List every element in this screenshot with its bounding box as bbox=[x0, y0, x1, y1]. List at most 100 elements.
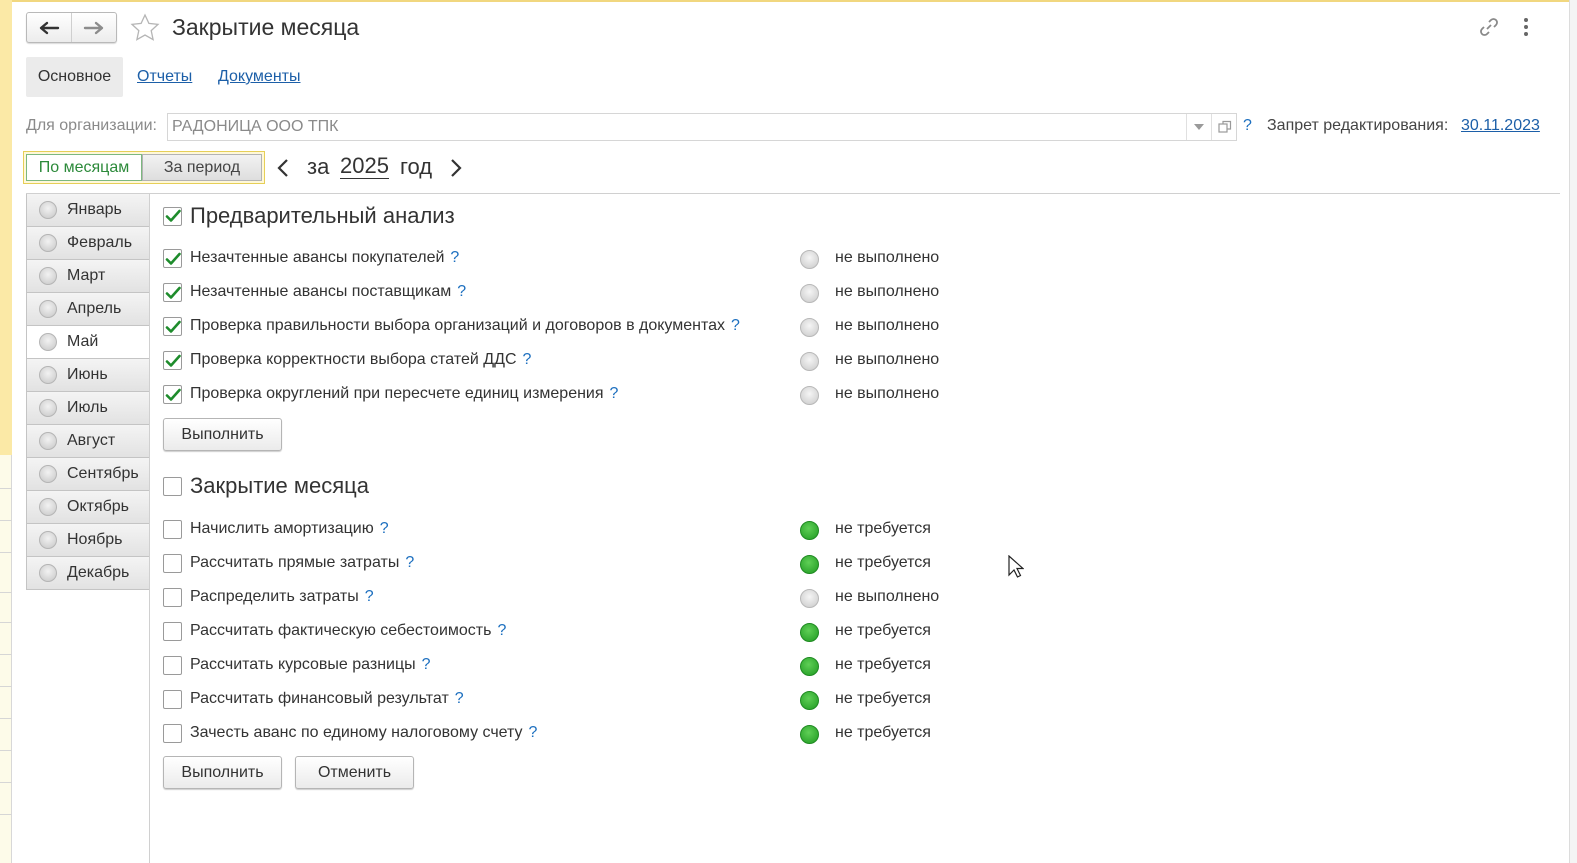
item-status-text: не требуется bbox=[835, 622, 931, 639]
item-status-text: не требуется bbox=[835, 724, 931, 741]
back-button[interactable] bbox=[27, 13, 71, 42]
help-icon[interactable]: ? bbox=[450, 249, 459, 266]
item-label-text: Проверка округлений при пересчете единиц… bbox=[190, 385, 604, 402]
organization-dropdown-button[interactable] bbox=[1186, 114, 1210, 140]
more-vertical-icon bbox=[1524, 18, 1528, 36]
closing-cancel-button[interactable]: Отменить bbox=[295, 756, 414, 789]
status-circle-icon bbox=[39, 432, 57, 450]
help-icon[interactable]: ? bbox=[422, 656, 431, 673]
item-label: Зачесть аванс по единому налоговому счет… bbox=[190, 724, 537, 742]
item-status-text: не выполнено bbox=[835, 385, 940, 402]
item-status-text: не требуется bbox=[835, 520, 931, 537]
item-label-text: Начислить амортизацию bbox=[190, 520, 374, 537]
item-label: Проверка правильности выбора организаций… bbox=[190, 317, 740, 335]
month-item-october[interactable]: Октябрь bbox=[26, 491, 150, 524]
month-item-may[interactable]: Май bbox=[26, 326, 150, 359]
year-selector[interactable]: 2025 bbox=[340, 154, 389, 179]
item-checkbox[interactable] bbox=[163, 520, 182, 539]
item-checkbox[interactable] bbox=[163, 656, 182, 675]
item-checkbox[interactable] bbox=[163, 622, 182, 641]
status-circle-icon bbox=[39, 531, 57, 549]
help-icon[interactable]: ? bbox=[365, 588, 374, 605]
help-icon[interactable]: ? bbox=[731, 317, 740, 334]
help-icon[interactable]: ? bbox=[405, 554, 414, 571]
item-label-text: Рассчитать фактическую себестоимость bbox=[190, 622, 492, 639]
month-item-february[interactable]: Февраль bbox=[26, 227, 150, 260]
tab-reports[interactable]: Отчеты bbox=[137, 57, 192, 97]
mode-by-months-button[interactable]: По месяцам bbox=[26, 154, 142, 181]
item-status-text: не требуется bbox=[835, 690, 931, 707]
preliminary-item-row: Незачтенные авансы поставщикам? не выполн… bbox=[163, 281, 1063, 305]
arrow-right-icon bbox=[83, 21, 104, 34]
right-scroll-strip bbox=[1569, 0, 1577, 863]
status-indicator-icon bbox=[800, 555, 819, 574]
closing-item-row: Рассчитать прямые затраты? не требуется bbox=[163, 552, 1063, 576]
help-icon[interactable]: ? bbox=[457, 283, 466, 300]
link-button[interactable] bbox=[1478, 16, 1500, 43]
status-circle-icon bbox=[39, 267, 57, 285]
previous-year-button[interactable] bbox=[274, 157, 292, 184]
organization-open-button[interactable] bbox=[1211, 114, 1237, 140]
preliminary-item-row: Проверка округлений при пересчете единиц… bbox=[163, 383, 1063, 407]
item-checkbox[interactable] bbox=[163, 554, 182, 573]
item-label-text: Распределить затраты bbox=[190, 588, 359, 605]
month-label: Октябрь bbox=[67, 498, 130, 515]
help-icon[interactable]: ? bbox=[380, 520, 389, 537]
help-icon[interactable]: ? bbox=[523, 351, 532, 368]
help-icon[interactable]: ? bbox=[610, 385, 619, 402]
status-circle-icon bbox=[39, 465, 57, 483]
item-label-text: Проверка корректности выбора статей ДДС bbox=[190, 351, 517, 368]
chevron-right-icon bbox=[451, 159, 462, 177]
month-item-april[interactable]: Апрель bbox=[26, 293, 150, 326]
more-button[interactable] bbox=[1521, 17, 1531, 42]
mode-for-period-button[interactable]: За период bbox=[142, 154, 262, 181]
item-status-text: не выполнено bbox=[835, 283, 940, 300]
month-item-july[interactable]: Июль bbox=[26, 392, 150, 425]
month-item-december[interactable]: Декабрь bbox=[26, 557, 150, 590]
edit-ban-date-link[interactable]: 30.11.2023 bbox=[1461, 117, 1540, 135]
favorite-button[interactable] bbox=[130, 13, 160, 48]
help-icon[interactable]: ? bbox=[455, 690, 464, 707]
month-item-november[interactable]: Ноябрь bbox=[26, 524, 150, 557]
item-label: Проверка корректности выбора статей ДДС? bbox=[190, 351, 531, 369]
organization-value: РАДОНИЦА ООО ТПК bbox=[172, 118, 339, 135]
help-icon[interactable]: ? bbox=[497, 622, 506, 639]
item-checkbox[interactable] bbox=[163, 283, 182, 302]
tab-documents[interactable]: Документы bbox=[218, 57, 300, 97]
month-item-january[interactable]: Январь bbox=[26, 194, 150, 227]
organization-field[interactable]: РАДОНИЦА ООО ТПК bbox=[167, 113, 1237, 141]
item-checkbox[interactable] bbox=[163, 690, 182, 709]
item-status-text: не требуется bbox=[835, 656, 931, 673]
forward-button[interactable] bbox=[71, 13, 116, 42]
item-checkbox[interactable] bbox=[163, 351, 182, 370]
item-label-text: Проверка правильности выбора организаций… bbox=[190, 317, 726, 334]
month-item-september[interactable]: Сентябрь bbox=[26, 458, 150, 491]
closing-section-checkbox[interactable] bbox=[163, 476, 182, 496]
item-checkbox[interactable] bbox=[163, 385, 182, 404]
item-checkbox[interactable] bbox=[163, 724, 182, 743]
arrow-left-icon bbox=[39, 21, 60, 34]
month-item-march[interactable]: Март bbox=[26, 260, 150, 293]
month-label: Июль bbox=[67, 399, 108, 416]
month-item-june[interactable]: Июнь bbox=[26, 359, 150, 392]
closing-run-button[interactable]: Выполнить bbox=[163, 756, 282, 789]
item-status-text: не выполнено bbox=[835, 588, 940, 605]
closing-item-row: Зачесть аванс по единому налоговому счет… bbox=[163, 722, 1063, 746]
divider bbox=[26, 193, 1560, 194]
checkmark-icon bbox=[165, 320, 181, 333]
status-indicator-icon bbox=[800, 284, 819, 303]
status-indicator-icon bbox=[800, 657, 819, 676]
item-checkbox[interactable] bbox=[163, 249, 182, 268]
help-icon[interactable]: ? bbox=[529, 724, 538, 741]
item-label: Рассчитать финансовый результат? bbox=[190, 690, 464, 708]
preliminary-item-row: Незачтенные авансы покупателей? не выполн… bbox=[163, 247, 1063, 271]
month-item-august[interactable]: Август bbox=[26, 425, 150, 458]
preliminary-section-checkbox[interactable] bbox=[163, 206, 182, 226]
preliminary-run-button[interactable]: Выполнить bbox=[163, 418, 282, 451]
item-checkbox[interactable] bbox=[163, 588, 182, 607]
tab-main[interactable]: Основное bbox=[26, 57, 123, 97]
item-checkbox[interactable] bbox=[163, 317, 182, 336]
month-label: Ноябрь bbox=[67, 531, 123, 548]
next-year-button[interactable] bbox=[447, 157, 465, 184]
organization-help-icon[interactable]: ? bbox=[1243, 117, 1252, 135]
